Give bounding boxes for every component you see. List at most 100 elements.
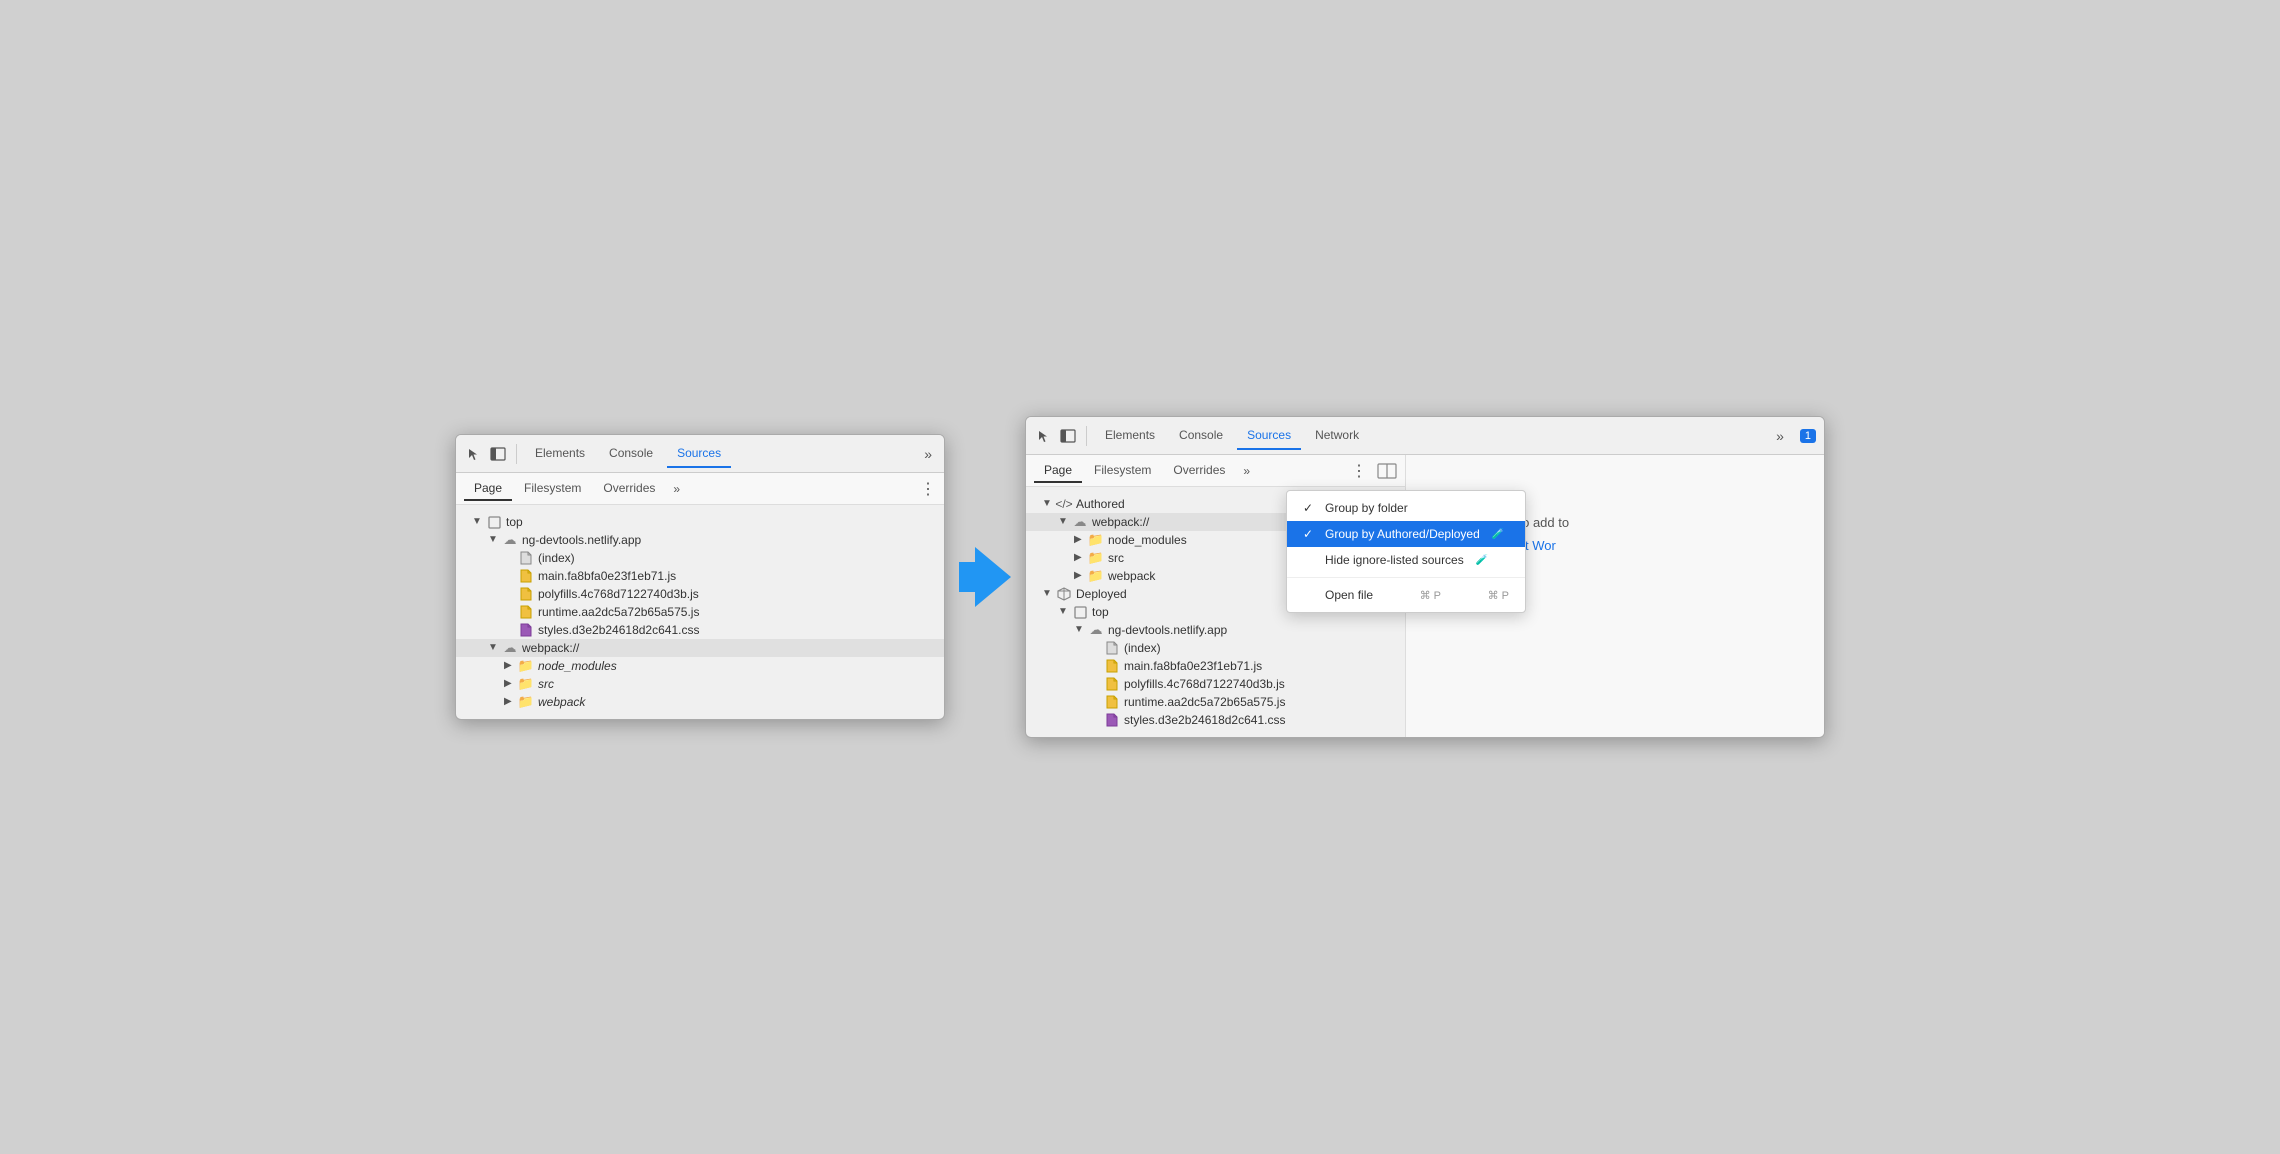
label-top: top: [506, 515, 523, 529]
devtools-panel-right: Elements Console Sources Network » 1 Pag…: [1025, 416, 1825, 738]
tree-item-main-right[interactable]: main.fa8bfa0e23f1eb71.js: [1026, 657, 1405, 675]
file-icon-styles-right: [1104, 712, 1120, 728]
file-icon-runtime-right: [1104, 694, 1120, 710]
file-icon-index-right: [1104, 640, 1120, 656]
arrow-wf-right: [1074, 570, 1086, 582]
sec-more-right[interactable]: »: [1237, 462, 1256, 480]
tree-item-src-left[interactable]: 📁 src: [456, 675, 944, 693]
arrow-top: [472, 516, 484, 528]
file-icon-index: [518, 550, 534, 566]
tree-item-polyfills-right[interactable]: polyfills.4c768d7122740d3b.js: [1026, 675, 1405, 693]
tab-network-right[interactable]: Network: [1305, 422, 1369, 450]
tab-console-right[interactable]: Console: [1169, 422, 1233, 450]
arrow-node-modules: [504, 660, 516, 672]
label-runtime: runtime.aa2dc5a72b65a575.js: [538, 605, 699, 619]
menu-label-hide-ignore: Hide ignore-listed sources: [1325, 553, 1406, 567]
tree-item-ng-devtools[interactable]: ☁ ng-devtools.netlify.app: [456, 531, 944, 549]
label-index-right: (index): [1124, 641, 1161, 655]
dock-icon-right[interactable]: [1058, 426, 1078, 446]
label-src-left: src: [538, 677, 554, 691]
arrow-ng-devtools: [488, 534, 500, 546]
sec-menu-btn-left[interactable]: ⋮: [920, 479, 936, 499]
label-top-right: top: [1092, 605, 1109, 619]
sec-menu-btn-right[interactable]: ⋮: [1351, 461, 1367, 481]
tree-item-runtime[interactable]: runtime.aa2dc5a72b65a575.js: [456, 603, 944, 621]
tree-item-styles[interactable]: styles.d3e2b24618d2c641.css: [456, 621, 944, 639]
toolbar-divider-right: [1086, 426, 1087, 446]
file-icon-runtime: [518, 604, 534, 620]
panel-body-right: Page Filesystem Overrides » ⋮: [1026, 455, 1824, 737]
label-webpack-right: webpack://: [1092, 515, 1149, 529]
dock-icon[interactable]: [488, 444, 508, 464]
sec-tab-filesystem-left[interactable]: Filesystem: [514, 477, 591, 501]
tab-elements-left[interactable]: Elements: [525, 440, 595, 468]
arrow-src-right: [1074, 552, 1086, 564]
tab-sources-right[interactable]: Sources: [1237, 422, 1301, 450]
menu-item-group-authored-deployed[interactable]: ✓ Group by Authored/Deployed 🧪: [1287, 521, 1406, 547]
tab-sources-left[interactable]: Sources: [667, 440, 731, 468]
menu-label-group-authored: Group by Authored/Deployed: [1325, 527, 1406, 541]
arrow-ng-right: [1074, 624, 1086, 636]
box-icon: [1056, 586, 1072, 602]
folder-src-right: 📁: [1088, 550, 1104, 566]
tree-item-webpack-folder-left[interactable]: 📁 webpack: [456, 693, 944, 711]
square-icon-right: [1072, 604, 1088, 620]
menu-item-open-file[interactable]: ✓ Open file ⌘ P ⌘ P: [1287, 582, 1406, 608]
cloud-icon-webpack-r: ☁: [1072, 514, 1088, 530]
tree-item-polyfills[interactable]: polyfills.4c768d7122740d3b.js: [456, 585, 944, 603]
menu-item-hide-ignore[interactable]: ✓ Hide ignore-listed sources 🧪: [1287, 547, 1406, 573]
toolbar-divider: [516, 444, 517, 464]
label-wf-right: webpack: [1108, 569, 1155, 583]
sec-tab-overrides-left[interactable]: Overrides: [593, 477, 665, 501]
check-icon-folder: ✓: [1303, 501, 1317, 515]
context-menu: ✓ Group by folder ✓ Group by Authored/De…: [1286, 490, 1406, 613]
cursor-icon[interactable]: [464, 444, 484, 464]
label-ng-right: ng-devtools.netlify.app: [1108, 623, 1227, 637]
tree-item-runtime-right[interactable]: runtime.aa2dc5a72b65a575.js: [1026, 693, 1405, 711]
cloud-icon-webpack: ☁: [502, 640, 518, 656]
sec-tab-overrides-right[interactable]: Overrides: [1163, 459, 1235, 483]
arrow-deployed: [1042, 588, 1054, 600]
sec-more-left[interactable]: »: [667, 480, 686, 498]
arrow-webpack-right: [1058, 516, 1070, 528]
label-nm-right: node_modules: [1108, 533, 1187, 547]
label-main-right: main.fa8bfa0e23f1eb71.js: [1124, 659, 1262, 673]
more-tabs-left[interactable]: »: [920, 442, 936, 466]
tree-item-index[interactable]: (index): [456, 549, 944, 567]
tree-item-styles-right[interactable]: styles.d3e2b24618d2c641.css: [1026, 711, 1405, 729]
sec-tab-filesystem-right[interactable]: Filesystem: [1084, 459, 1161, 483]
tree-item-node-modules-left[interactable]: 📁 node_modules: [456, 657, 944, 675]
folder-wf-right: 📁: [1088, 568, 1104, 584]
cloud-icon-ng-right: ☁: [1088, 622, 1104, 638]
menu-divider: [1287, 577, 1406, 578]
more-tabs-right[interactable]: »: [1772, 424, 1788, 448]
label-main: main.fa8bfa0e23f1eb71.js: [538, 569, 676, 583]
sec-tab-page-right[interactable]: Page: [1034, 459, 1082, 483]
file-tree-panel-right: Page Filesystem Overrides » ⋮: [1026, 455, 1406, 737]
file-icon-styles: [518, 622, 534, 638]
split-panel-btn[interactable]: [1377, 463, 1397, 479]
file-tree-left: top ☁ ng-devtools.netlify.app (index): [456, 505, 944, 719]
label-node-modules-left: node_modules: [538, 659, 617, 673]
arrow-top-right: [1058, 606, 1070, 618]
file-icon-main: [518, 568, 534, 584]
tab-console-left[interactable]: Console: [599, 440, 663, 468]
toolbar-left: Elements Console Sources »: [456, 435, 944, 473]
tree-item-top[interactable]: top: [456, 513, 944, 531]
sec-tab-page-left[interactable]: Page: [464, 477, 512, 501]
folder-nm-right: 📁: [1088, 532, 1104, 548]
menu-item-group-by-folder[interactable]: ✓ Group by folder: [1287, 495, 1406, 521]
arrow-src: [504, 678, 516, 690]
tab-elements-right[interactable]: Elements: [1095, 422, 1165, 450]
cursor-icon-right[interactable]: [1034, 426, 1054, 446]
toolbar-right: Elements Console Sources Network » 1: [1026, 417, 1824, 455]
tree-item-webpack-left[interactable]: ☁ webpack://: [456, 639, 944, 657]
label-styles-right: styles.d3e2b24618d2c641.css: [1124, 713, 1285, 727]
label-webpack-folder-left: webpack: [538, 695, 585, 709]
label-styles: styles.d3e2b24618d2c641.css: [538, 623, 699, 637]
check-icon-authored: ✓: [1303, 527, 1317, 541]
tree-item-ng-devtools-right[interactable]: ☁ ng-devtools.netlify.app: [1026, 621, 1405, 639]
arrow-authored: [1042, 498, 1054, 510]
tree-item-index-right[interactable]: (index): [1026, 639, 1405, 657]
tree-item-main[interactable]: main.fa8bfa0e23f1eb71.js: [456, 567, 944, 585]
